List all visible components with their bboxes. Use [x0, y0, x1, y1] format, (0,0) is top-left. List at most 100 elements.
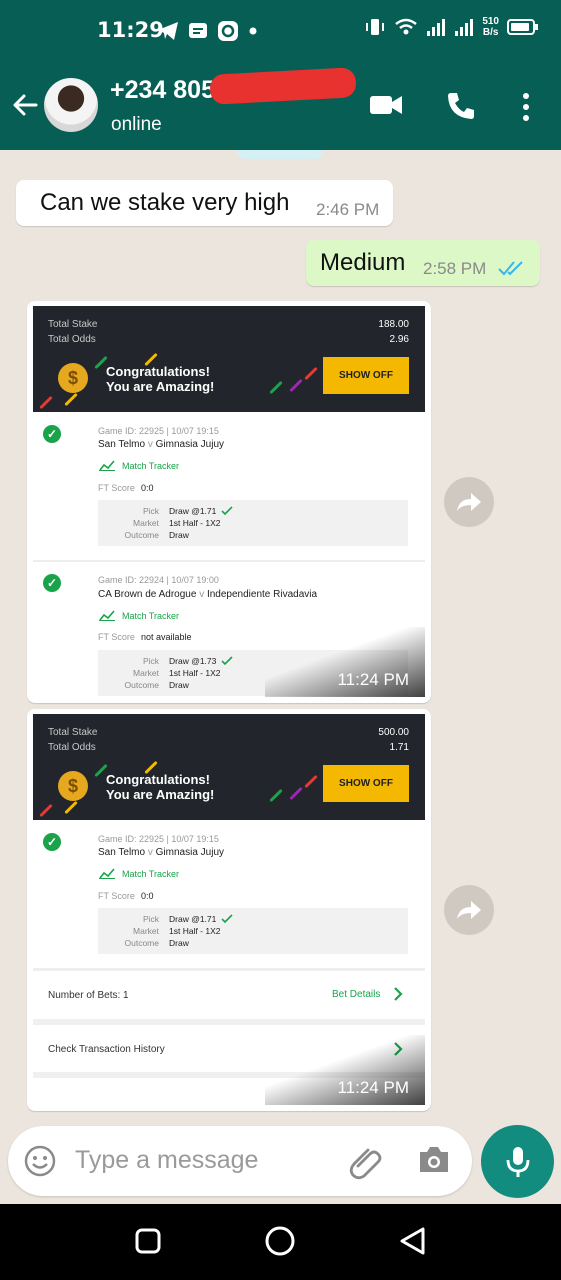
total-stake-label: Total Stake — [48, 727, 98, 738]
avatar[interactable] — [44, 78, 98, 132]
signal-icon-1 — [427, 19, 446, 36]
pick-value: Draw @1.73 — [169, 656, 217, 666]
ft-score-label: FT Score — [98, 891, 135, 901]
notification-icons — [157, 20, 259, 42]
attach-icon[interactable] — [348, 1144, 384, 1180]
mic-button[interactable] — [481, 1125, 554, 1198]
check-transaction-history[interactable]: Check Transaction History — [48, 1044, 165, 1055]
market-label: Market — [133, 518, 159, 528]
ft-score-value: not available — [141, 632, 192, 642]
bet-details-link[interactable]: Bet Details — [332, 989, 380, 1000]
match-tracker-link[interactable]: Match Tracker — [122, 869, 179, 879]
contact-name[interactable]: +234 805 — [110, 76, 215, 105]
betslip-image[interactable]: Total Stake 500.00 Total Odds 1.71 $ Con… — [33, 714, 425, 1105]
mic-icon — [506, 1146, 529, 1177]
dot-icon — [249, 27, 257, 35]
congrats-line-2: You are Amazing! — [106, 787, 215, 802]
pick-details: Pick Draw @1.71 Market 1st Half - 1X2 Ou… — [98, 500, 408, 546]
message-time: 2:58 PM — [423, 259, 487, 278]
divider — [33, 1019, 425, 1025]
game-teams: San Telmo v Gimnasia Jujuy — [98, 847, 224, 858]
forward-button[interactable] — [444, 477, 494, 527]
total-odds-label: Total Odds — [48, 742, 96, 753]
previous-message-edge — [237, 150, 323, 159]
ft-score-label: FT Score — [98, 632, 135, 642]
total-odds-value: 1.71 — [389, 742, 409, 753]
game-id: Game ID: 22925 | 10/07 19:15 — [98, 426, 219, 436]
pick-label: Pick — [142, 506, 159, 516]
show-off-button[interactable]: SHOW OFF — [323, 357, 409, 394]
ft-score-label: FT Score — [98, 483, 135, 493]
status-time: 11:29 — [97, 18, 164, 42]
outcome-label: Outcome — [124, 530, 160, 540]
check-icon — [221, 914, 233, 924]
outcome-value: Draw — [169, 938, 189, 948]
image-message-betslip-2[interactable]: Total Stake 500.00 Total Odds 1.71 $ Con… — [27, 709, 431, 1111]
market-value: 1st Half - 1X2 — [169, 518, 221, 528]
signal-icon-2 — [455, 19, 474, 36]
streak — [289, 786, 303, 801]
system-icons: 510 B/s — [364, 16, 539, 38]
message-incoming[interactable]: Can we stake very high 2:46 PM — [16, 180, 393, 226]
message-input[interactable]: Type a message — [75, 1146, 258, 1175]
forward-button[interactable] — [444, 885, 494, 935]
status-bar: 11:29 510 B/s — [0, 0, 561, 62]
net-speed-value: 510 — [482, 16, 499, 27]
total-stake-label: Total Stake — [48, 319, 98, 330]
pick-label: Pick — [142, 914, 159, 924]
divider — [33, 968, 425, 971]
chevron-right-icon[interactable] — [393, 987, 403, 1001]
coin-icon: $ — [58, 363, 88, 393]
emoji-icon[interactable] — [24, 1145, 56, 1177]
match-tracker-icon — [99, 610, 115, 621]
congrats-line-1: Congratulations! — [106, 364, 210, 379]
nav-recent-icon[interactable] — [134, 1227, 162, 1255]
streak — [64, 392, 78, 407]
chat-area[interactable]: Can we stake very high 2:46 PM Medium 2:… — [0, 150, 561, 1128]
chat-header: +234 805 online — [0, 62, 561, 150]
message-time: 11:24 PM — [337, 1078, 409, 1097]
net-speed: 510 B/s — [482, 16, 499, 38]
forward-icon — [457, 901, 481, 919]
nav-home-icon[interactable] — [264, 1225, 296, 1257]
market-label: Market — [133, 668, 159, 678]
forward-icon — [457, 493, 481, 511]
check-circle-icon: ✓ — [43, 833, 61, 851]
game-id: Game ID: 22925 | 10/07 19:15 — [98, 834, 219, 844]
camera-icon[interactable] — [417, 1145, 451, 1175]
betslip-image[interactable]: Total Stake 188.00 Total Odds 2.96 $ Con… — [33, 306, 425, 697]
total-odds-label: Total Odds — [48, 334, 96, 345]
number-of-bets: Number of Bets: 1 — [48, 990, 129, 1001]
pick-label: Pick — [142, 656, 159, 666]
check-circle-icon: ✓ — [43, 425, 61, 443]
betslip-banner: Total Stake 500.00 Total Odds 1.71 $ Con… — [33, 714, 425, 820]
check-circle-icon: ✓ — [43, 574, 61, 592]
battery-icon — [507, 19, 538, 35]
image-message-betslip-1[interactable]: Total Stake 188.00 Total Odds 2.96 $ Con… — [27, 301, 431, 703]
ft-score-value: 0:0 — [141, 483, 154, 493]
streak — [304, 774, 318, 789]
coin-icon: $ — [58, 771, 88, 801]
streak — [269, 788, 283, 803]
show-off-button[interactable]: SHOW OFF — [323, 765, 409, 802]
streak — [289, 378, 303, 393]
match-tracker-icon — [99, 868, 115, 879]
congrats-line-2: You are Amazing! — [106, 379, 215, 394]
outcome-value: Draw — [169, 530, 189, 540]
match-tracker-link[interactable]: Match Tracker — [122, 461, 179, 471]
video-call-icon[interactable] — [369, 92, 403, 118]
message-input-bar[interactable]: Type a message — [8, 1126, 472, 1196]
outcome-label: Outcome — [124, 938, 160, 948]
contact-status: online — [111, 114, 162, 135]
read-ticks-icon — [498, 261, 523, 276]
match-tracker-link[interactable]: Match Tracker — [122, 611, 179, 621]
voice-call-icon[interactable] — [445, 90, 477, 122]
streak — [39, 803, 53, 818]
nav-back-icon[interactable] — [398, 1226, 428, 1256]
game-teams: CA Brown de Adrogue v Independiente Riva… — [98, 589, 318, 600]
more-options-icon[interactable] — [520, 92, 532, 122]
check-icon — [221, 506, 233, 516]
message-outgoing[interactable]: Medium 2:58 PM — [306, 240, 540, 286]
congrats-line-1: Congratulations! — [106, 772, 210, 787]
back-arrow-icon[interactable] — [10, 90, 40, 120]
